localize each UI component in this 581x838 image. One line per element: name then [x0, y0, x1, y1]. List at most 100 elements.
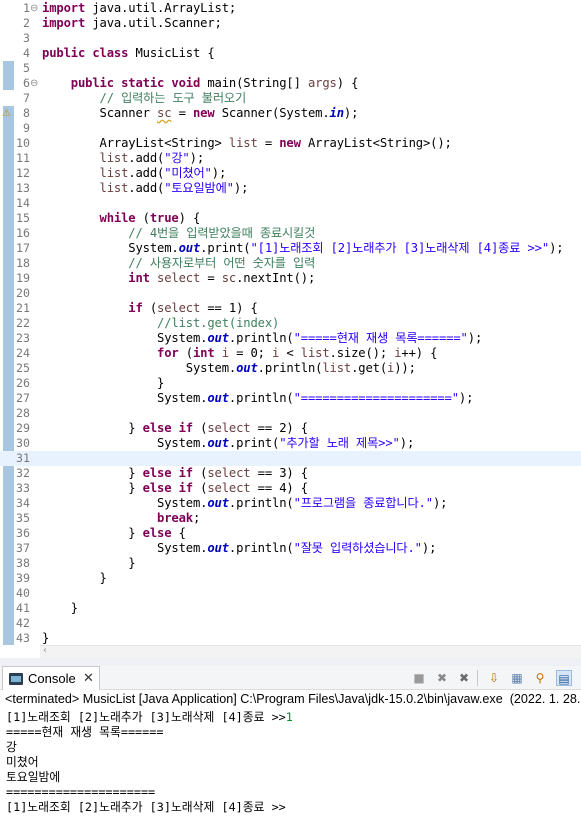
pin-console-icon[interactable]: ⚲ — [532, 670, 548, 686]
line-number: 14 — [16, 196, 30, 210]
code-line[interactable]: 1 ⊖ import java.util.ArrayList; — [0, 1, 581, 16]
remove-all-icon[interactable]: ✖ — [456, 670, 472, 686]
code-line[interactable]: 32 } else if (select == 3) { — [0, 466, 581, 481]
code-line[interactable]: 18 // 사용자로부터 어떤 숫자를 입력 — [0, 256, 581, 271]
code-token: .get( — [351, 361, 387, 375]
line-number: 4 — [23, 46, 30, 60]
code-token: .println( — [228, 391, 294, 405]
scroll-lock-icon[interactable]: ⇩ — [486, 670, 502, 686]
code-text: // 4번을 입력받았을때 종료시킬것 — [42, 226, 315, 241]
code-line[interactable]: 34 System.out.println("프로그램을 종료합니다."); — [0, 496, 581, 511]
console-output-text: ===================== — [6, 785, 156, 799]
code-text: // 입력하는 도구 불러오기 — [42, 91, 247, 106]
code-token: break — [157, 511, 193, 525]
code-line[interactable]: 5 — [0, 61, 581, 76]
code-token: out — [207, 391, 229, 405]
code-line[interactable]: 19 int select = sc.nextInt(); — [0, 271, 581, 286]
remove-launch-icon[interactable]: ✖ — [434, 670, 450, 686]
code-line[interactable]: 37 System.out.println("잘못 입력하셨습니다."); — [0, 541, 581, 556]
code-line[interactable]: 21 if (select == 1) { — [0, 301, 581, 316]
code-token: "[1]노래조회 [2]노래추가 [3]노래삭제 [4]종료 >>" — [250, 241, 550, 255]
fold-toggle-icon[interactable]: ⊖ — [30, 1, 40, 16]
code-token: ); — [189, 151, 205, 165]
line-number: 23 — [16, 331, 30, 345]
code-line[interactable]: 11 list.add("강"); — [0, 151, 581, 166]
close-icon[interactable]: ✕ — [83, 670, 94, 686]
code-line[interactable]: 41 } — [0, 601, 581, 616]
code-line[interactable]: 2 import java.util.Scanner; — [0, 16, 581, 31]
console-output[interactable]: [1]노래조회 [2]노래추가 [3]노래삭제 [4]종료 >>1 =====현재… — [0, 708, 581, 838]
code-line[interactable]: 35 break; — [0, 511, 581, 526]
code-token: ( — [192, 481, 208, 495]
code-text: public class MusicList { — [42, 46, 215, 61]
display-selected-console-icon[interactable]: ▤ — [556, 670, 572, 686]
code-line[interactable]: 43} — [0, 631, 581, 645]
code-line[interactable]: 12 list.add("미쳤어"); — [0, 166, 581, 181]
code-line[interactable]: 7 // 입력하는 도구 불러오기 — [0, 91, 581, 106]
code-token: ( — [192, 466, 208, 480]
panel-divider[interactable] — [0, 658, 581, 666]
line-number: 5 — [23, 61, 30, 75]
code-line[interactable]: 39 } — [0, 571, 581, 586]
console-output-text: 미쳤어 — [6, 755, 39, 769]
code-line[interactable]: 22 //list.get(index) — [0, 316, 581, 331]
line-number: 39 — [16, 571, 30, 585]
code-line[interactable]: 31 — [0, 451, 581, 466]
line-number: 15 — [16, 211, 30, 225]
line-number: 26 — [16, 376, 30, 390]
code-line[interactable]: 23 System.out.println("=====현재 재생 목록====… — [0, 331, 581, 346]
code-line[interactable]: 24 for (int i = 0; i < list.size(); i++)… — [0, 346, 581, 361]
code-line[interactable]: 15 while (true) { — [0, 211, 581, 226]
code-line[interactable]: 17 System.out.print("[1]노래조회 [2]노래추가 [3]… — [0, 241, 581, 256]
code-line[interactable]: 6 ⊖ public static void main(String[] args… — [0, 76, 581, 91]
code-text: System.out.print("추가할 노래 제목>>"); — [42, 436, 414, 451]
code-token: ); — [549, 241, 564, 255]
code-text: import java.util.Scanner; — [42, 16, 222, 31]
code-text: } — [42, 556, 135, 571]
code-line[interactable]: 8 Scanner sc = new Scanner(System.in); — [0, 106, 581, 121]
code-line[interactable]: 14 — [0, 196, 581, 211]
code-line[interactable]: 30 System.out.print("추가할 노래 제목>>"); — [0, 436, 581, 451]
code-line[interactable]: 28 — [0, 406, 581, 421]
tab-console[interactable]: Console ✕ — [2, 666, 100, 690]
terminate-icon[interactable]: ■ — [411, 670, 427, 686]
code-text: int select = sc.nextInt(); — [42, 271, 315, 286]
console-output-text: [1]노래조회 [2]노래추가 [3]노래삭제 [4]종료 >> — [6, 710, 286, 724]
code-line[interactable]: 29 } else if (select == 2) { — [0, 421, 581, 436]
line-number: 16 — [16, 226, 30, 240]
code-line[interactable]: 27 System.out.println("=================… — [0, 391, 581, 406]
fold-toggle-icon[interactable]: ⊖ — [30, 76, 40, 91]
code-editor[interactable]: ⚠ 1 ⊖ import java.util.ArrayList; 2 import j… — [0, 0, 581, 645]
code-line[interactable]: 4 public class MusicList { — [0, 46, 581, 61]
code-text: if (select == 1) { — [42, 301, 258, 316]
code-token: if — [178, 481, 194, 495]
code-line[interactable]: 3 — [0, 31, 581, 46]
console-tabbar: Console ✕ ■ ✖ ✖ ⇩ ▦ ⚲ ▤ — [0, 666, 581, 690]
code-token: // 4번을 입력받았을때 종료시킬것 — [128, 226, 316, 240]
code-token: ); — [211, 166, 227, 180]
line-number: 27 — [16, 391, 30, 405]
code-line[interactable]: 33 } else if (select == 4) { — [0, 481, 581, 496]
code-line[interactable]: 13 list.add("토요일밤에"); — [0, 181, 581, 196]
code-line[interactable]: 25 System.out.println(list.get(i)); — [0, 361, 581, 376]
code-line[interactable]: 38 } — [0, 556, 581, 571]
code-token: } — [42, 631, 50, 645]
code-line[interactable]: 9 — [0, 121, 581, 136]
code-line[interactable]: 16 // 4번을 입력받았을때 종료시킬것 — [0, 226, 581, 241]
code-token: out — [207, 541, 229, 555]
code-text: System.out.println(list.get(i)); — [42, 361, 416, 376]
code-token: void — [171, 76, 201, 90]
code-line[interactable]: 36 } else { — [0, 526, 581, 541]
horizontal-scrollbar[interactable]: ‹ — [40, 645, 581, 658]
line-number: 6 — [23, 76, 30, 90]
scroll-left-icon[interactable]: ‹ — [43, 645, 47, 656]
line-number: 18 — [16, 256, 30, 270]
line-number: 37 — [16, 541, 30, 555]
code-line[interactable]: 42 — [0, 616, 581, 631]
code-line[interactable]: 20 — [0, 286, 581, 301]
code-line[interactable]: 40 — [0, 586, 581, 601]
word-wrap-icon[interactable]: ▦ — [509, 670, 525, 686]
code-line[interactable]: 26 } — [0, 376, 581, 391]
code-line[interactable]: 10 ArrayList<String> list = new ArrayLis… — [0, 136, 581, 151]
